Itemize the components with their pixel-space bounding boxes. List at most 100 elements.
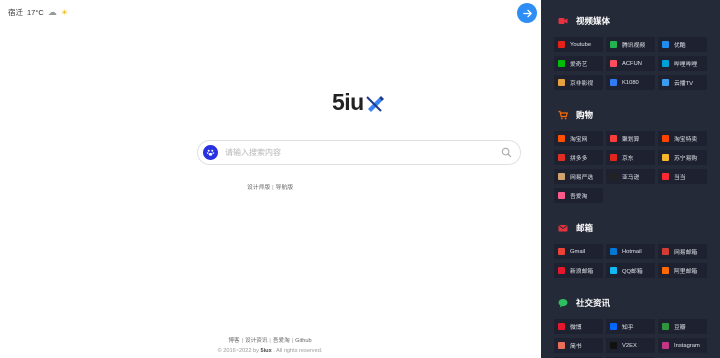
sidebar-nav: 视频媒体 Youtube 腾讯视频 优酷爱奇艺 ACFUN 哔哩哔哩京非影视 K1080 云播… — [541, 0, 720, 358]
site-icon — [558, 192, 565, 199]
site-icon — [610, 60, 617, 67]
copyright-brand[interactable]: 5iux — [260, 348, 271, 354]
nav-link[interactable]: 豆瓣 — [658, 319, 707, 334]
section-header: 视频媒体 — [554, 8, 707, 33]
nav-link-label: QQ邮箱 — [622, 269, 643, 275]
nav-link[interactable]: 苏宁易购 — [658, 150, 707, 165]
nav-link[interactable]: 当当 — [658, 169, 707, 184]
site-icon — [558, 41, 565, 48]
nav-link[interactable]: 网易严选 — [554, 169, 603, 184]
nav-link[interactable]: 哔哩哔哩 — [658, 56, 707, 71]
nav-link[interactable]: 阿里邮箱 — [658, 263, 707, 278]
nav-link[interactable]: 吾爱淘 — [554, 188, 603, 203]
footer-link-5iutao[interactable]: 吾爱淘 — [273, 338, 290, 344]
site-icon — [558, 60, 565, 67]
nav-version-link[interactable]: 导航版 — [276, 185, 293, 191]
sun-icon: ☀ — [60, 7, 68, 17]
nav-link-label: 淘宝特卖 — [674, 137, 698, 143]
baidu-paw-icon — [206, 149, 215, 156]
nav-link-label: 网易严选 — [570, 175, 594, 181]
section-title: 视频媒体 — [576, 15, 611, 26]
nav-link-label: 哔哩哔哩 — [674, 62, 698, 68]
divider: | — [269, 338, 271, 344]
nav-link-label: 云播TV — [674, 81, 694, 87]
site-icon — [662, 173, 669, 180]
footer-link-design[interactable]: 设计资讯 — [245, 338, 267, 344]
nav-link-label: Instagram — [674, 342, 700, 349]
nav-link[interactable]: Hotmail — [606, 244, 655, 259]
nav-link[interactable]: 新浪邮箱 — [554, 263, 603, 278]
nav-link[interactable]: 简书 — [554, 338, 603, 353]
section-header: 邮箱 — [554, 215, 707, 240]
site-icon — [662, 323, 669, 330]
nav-link[interactable]: 微博 — [554, 319, 603, 334]
sidebar-section-2: 邮箱 Gmail Hotmail 网易邮箱新浪邮箱 QQ邮箱 阿里邮箱 — [554, 215, 707, 278]
nav-link[interactable]: 京东 — [606, 150, 655, 165]
logo-pencil-icon — [366, 95, 384, 112]
nav-link[interactable]: 淘宝特卖 — [658, 131, 707, 146]
link-grid: 微博知乎豆瓣简书V2EXInstagramTwitterFacebook — [554, 319, 707, 358]
section-header: 社交资讯 — [554, 290, 707, 315]
nav-link-label: 爱奇艺 — [570, 62, 588, 68]
nav-link-label: 网易邮箱 — [674, 250, 698, 256]
nav-link[interactable]: 爱奇艺 — [554, 56, 603, 71]
search-bar — [197, 140, 521, 165]
nav-link[interactable]: 京非影视 — [554, 75, 603, 90]
nav-link[interactable]: Gmail — [554, 244, 603, 259]
nav-link-label: 聚划算 — [622, 137, 640, 143]
footer-link-blog[interactable]: 博客 — [228, 338, 239, 344]
sidebar-section-3: 社交资讯微博知乎豆瓣简书V2EXInstagramTwitterFacebook — [554, 290, 707, 358]
section-title: 邮箱 — [576, 222, 594, 233]
search-input[interactable] — [225, 148, 501, 157]
nav-link[interactable]: 优酷 — [658, 37, 707, 52]
mail-icon — [558, 223, 568, 233]
nav-link[interactable]: Instagram — [658, 338, 707, 353]
nav-link[interactable]: Youtube — [554, 37, 603, 52]
site-icon — [662, 154, 669, 161]
footer-links: 博客 | 设计资讯 | 吾爱淘 | Github — [0, 336, 540, 346]
site-icon — [610, 323, 617, 330]
nav-link[interactable]: 网易邮箱 — [658, 244, 707, 259]
nav-link-label: 京东 — [622, 156, 634, 162]
mode-links: 设计师版 | 导航版 — [0, 182, 540, 191]
nav-link-label: Gmail — [570, 248, 586, 255]
nav-link[interactable]: ACFUN — [606, 56, 655, 71]
copyright: © 2016~2022 by 5iux . All rights reserve… — [0, 346, 540, 356]
toggle-sidebar-button[interactable] — [517, 3, 537, 23]
nav-link-label: 拼多多 — [570, 156, 588, 162]
nav-link-label: 腾讯视频 — [622, 43, 646, 49]
designer-version-link[interactable]: 设计师版 — [247, 185, 270, 191]
copyright-prefix: © 2016~2022 by — [217, 348, 259, 354]
divider: | — [241, 338, 244, 344]
nav-link[interactable]: 淘宝网 — [554, 131, 603, 146]
nav-link-label: K1080 — [622, 79, 639, 86]
cart-icon — [558, 110, 568, 120]
nav-link[interactable]: 知乎 — [606, 319, 655, 334]
site-icon — [558, 267, 565, 274]
nav-link[interactable]: K1080 — [606, 75, 655, 90]
nav-link[interactable]: 聚划算 — [606, 131, 655, 146]
search-engine-button[interactable] — [203, 145, 218, 160]
nav-link[interactable]: 腾讯视频 — [606, 37, 655, 52]
copyright-suffix: . All rights reserved. — [273, 348, 323, 354]
nav-link[interactable]: 云播TV — [658, 75, 707, 90]
footer-link-github[interactable]: Github — [295, 338, 311, 344]
nav-link[interactable]: QQ邮箱 — [606, 263, 655, 278]
nav-link-label: 简书 — [570, 344, 582, 350]
site-icon — [610, 41, 617, 48]
nav-link[interactable]: 亚马逊 — [606, 169, 655, 184]
nav-link-label: 优酷 — [674, 43, 686, 49]
link-grid: 淘宝网 聚划算 淘宝特卖拼多多 京东 苏宁易购网易严选 亚马逊 当当吾爱淘 — [554, 131, 707, 203]
site-icon — [662, 248, 669, 255]
nav-link-label: V2EX — [622, 342, 637, 349]
site-icon — [610, 342, 617, 349]
nav-link-label: 亚马逊 — [622, 175, 640, 181]
nav-link-label: 阿里邮箱 — [674, 269, 698, 275]
nav-link[interactable]: 拼多多 — [554, 150, 603, 165]
site-icon — [662, 267, 669, 274]
site-icon — [662, 135, 669, 142]
nav-link-label: 淘宝网 — [570, 137, 588, 143]
search-icon[interactable] — [501, 147, 512, 158]
site-icon — [610, 173, 617, 180]
nav-link[interactable]: V2EX — [606, 338, 655, 353]
